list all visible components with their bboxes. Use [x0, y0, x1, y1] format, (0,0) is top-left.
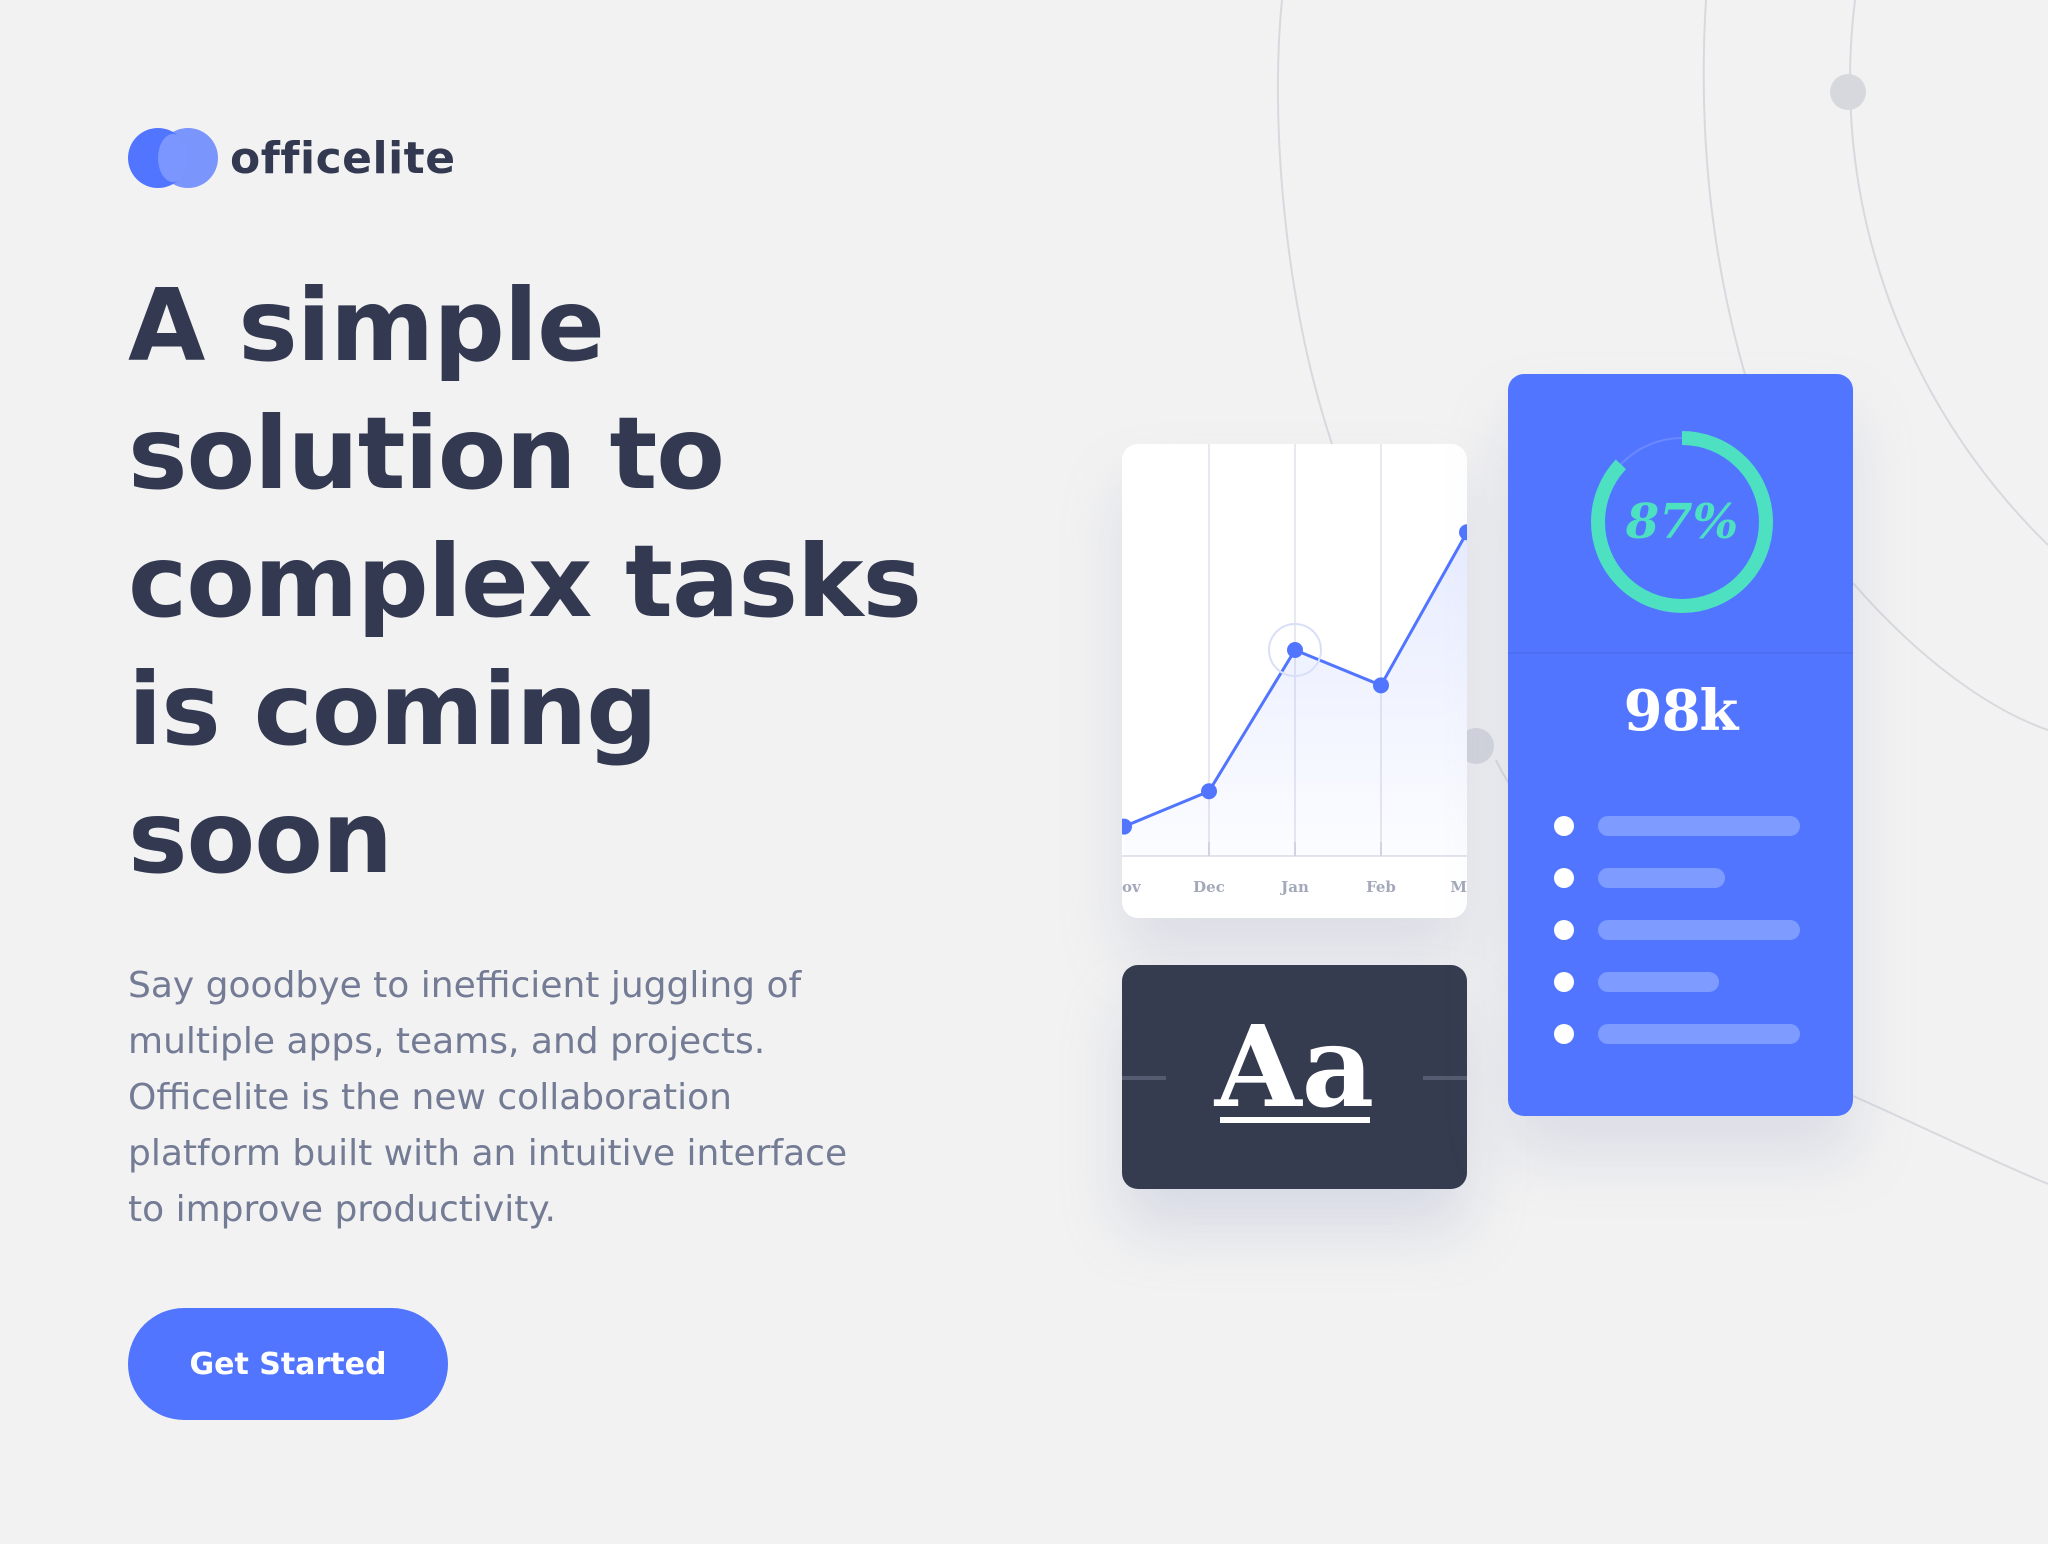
orbit-dot: [1830, 74, 1866, 110]
bullet-dot: [1554, 868, 1574, 888]
x-tick-label: ov: [1122, 878, 1142, 896]
logo[interactable]: officelite: [128, 128, 456, 188]
get-started-button[interactable]: Get Started: [128, 1308, 448, 1420]
x-tick-label: Dec: [1193, 878, 1225, 896]
list-item: [1554, 852, 1800, 904]
data-point: [1201, 783, 1217, 800]
hero-description: Say goodbye to inefficient juggling of m…: [128, 965, 848, 1230]
data-point: [1373, 677, 1389, 694]
placeholder-bar: [1598, 868, 1725, 888]
x-tick-label: Jan: [1279, 878, 1309, 896]
data-point: [1287, 642, 1303, 658]
list-item: [1554, 956, 1800, 1008]
list-item: [1554, 1008, 1800, 1060]
stat-list: [1554, 800, 1800, 1060]
chart-card: ov Dec Jan Feb M: [1122, 444, 1467, 918]
placeholder-bar: [1598, 920, 1800, 940]
placeholder-bar: [1598, 1024, 1800, 1044]
x-tick-label: Feb: [1366, 878, 1396, 896]
divider: [1508, 652, 1853, 654]
placeholder-bar: [1598, 972, 1719, 992]
x-tick-label: M: [1450, 878, 1467, 896]
bullet-dot: [1554, 816, 1574, 836]
logo-icon: [128, 128, 218, 188]
type-sample: Aa: [1214, 1002, 1375, 1133]
placeholder-bar: [1598, 816, 1800, 836]
stat-number: 98k: [1623, 678, 1739, 744]
data-point: [1459, 524, 1467, 541]
list-item: [1554, 800, 1800, 852]
bullet-dot: [1554, 1024, 1574, 1044]
typography-card: Aa: [1122, 965, 1467, 1189]
brand-name: officelite: [230, 132, 456, 184]
stats-card: 87% 98k: [1508, 374, 1853, 1116]
progress-label: 87%: [1625, 494, 1739, 550]
bullet-dot: [1554, 972, 1574, 992]
type-underline: [1220, 1117, 1370, 1123]
hero-headline: A simple solution to complex tasks is co…: [128, 267, 922, 896]
list-item: [1554, 904, 1800, 956]
line-chart: ov Dec Jan Feb M: [1122, 444, 1467, 896]
bullet-dot: [1554, 920, 1574, 940]
